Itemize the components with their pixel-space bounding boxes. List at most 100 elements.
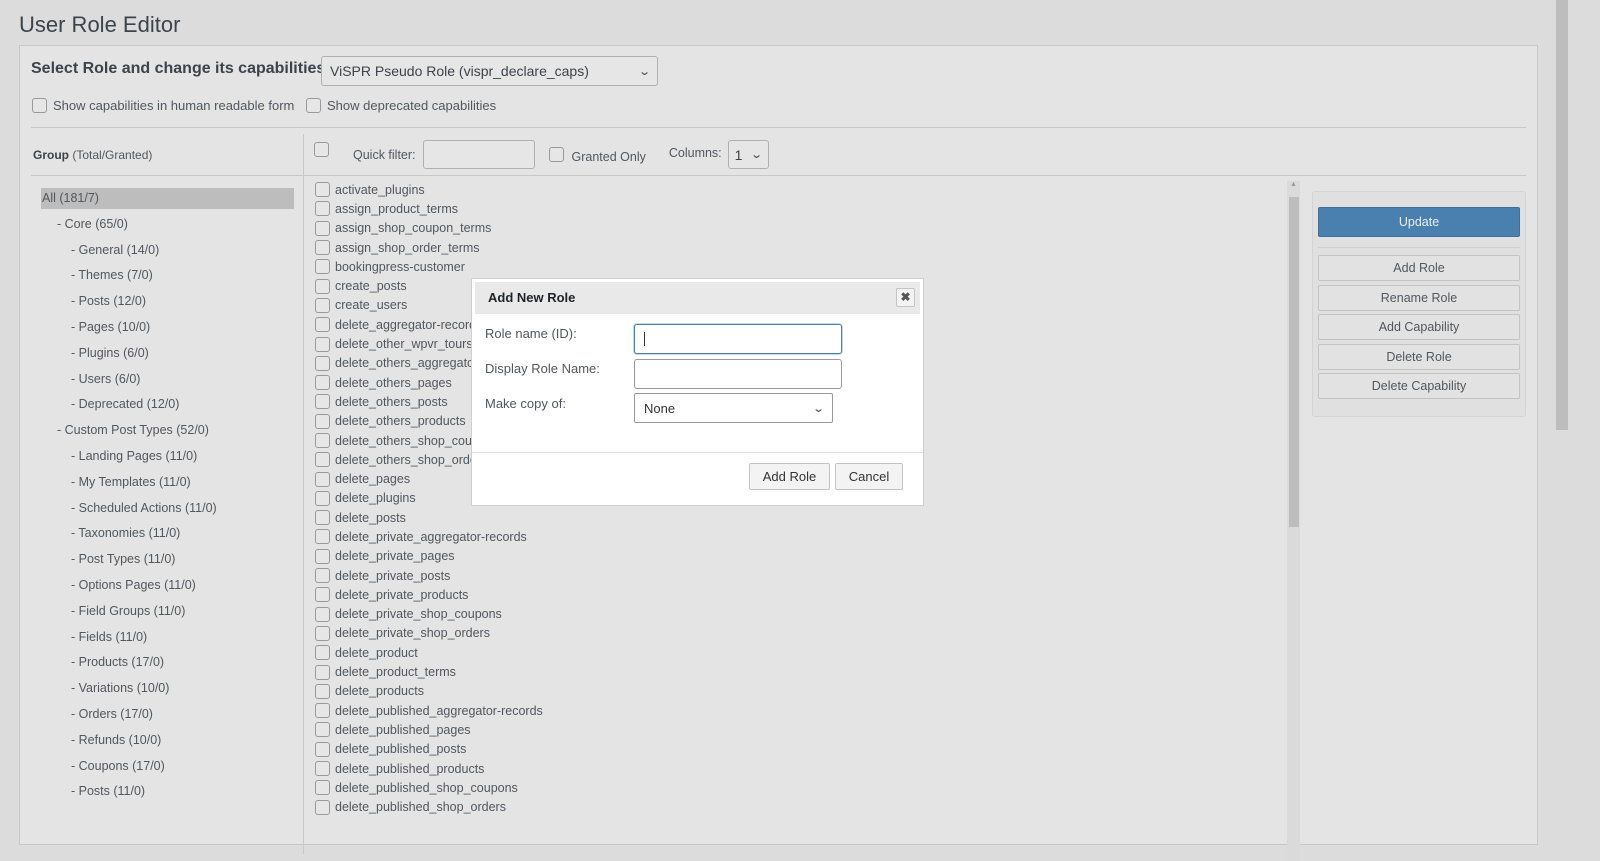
copy-of-select[interactable]: None ⌄	[634, 393, 833, 423]
capability-item[interactable]: bookingpress-customer	[315, 257, 543, 276]
capability-checkbox[interactable]	[315, 452, 330, 468]
capability-checkbox[interactable]	[315, 471, 330, 487]
capability-checkbox[interactable]	[315, 664, 330, 680]
group-item[interactable]: - Posts (11/0)	[41, 781, 294, 807]
capabilities-scrollbar[interactable]: ▲	[1287, 181, 1300, 861]
capability-checkbox[interactable]	[315, 722, 330, 738]
capability-checkbox[interactable]	[315, 278, 330, 294]
capability-checkbox[interactable]	[315, 201, 330, 217]
add-role-submit-button[interactable]: Add Role	[749, 463, 830, 490]
human-readable-option[interactable]: Show capabilities in human readable form	[32, 98, 294, 113]
capability-item[interactable]: delete_published_products	[315, 759, 543, 778]
capability-item[interactable]: delete_private_pages	[315, 547, 543, 566]
select-all-checkbox[interactable]	[314, 142, 329, 157]
capability-item[interactable]: delete_private_products	[315, 585, 543, 604]
group-item[interactable]: - Post Types (11/0)	[41, 549, 294, 575]
capability-item[interactable]: assign_shop_order_terms	[315, 238, 543, 257]
group-item[interactable]: - Coupons (17/0)	[41, 756, 294, 782]
capability-checkbox[interactable]	[315, 259, 330, 275]
capability-checkbox[interactable]	[315, 703, 330, 719]
capability-checkbox[interactable]	[315, 297, 330, 313]
scrollbar-thumb[interactable]	[1289, 197, 1299, 527]
group-item[interactable]: - Refunds (10/0)	[41, 730, 294, 756]
capability-item[interactable]: assign_shop_coupon_terms	[315, 219, 543, 238]
capability-item[interactable]: delete_private_posts	[315, 566, 543, 585]
add-capability-button[interactable]: Add Capability	[1318, 314, 1520, 340]
page-scrollbar[interactable]	[1556, 0, 1568, 430]
capability-checkbox[interactable]	[315, 587, 330, 603]
capability-checkbox[interactable]	[315, 548, 330, 564]
group-item[interactable]: - Custom Post Types (52/0)	[41, 420, 294, 446]
capability-checkbox[interactable]	[315, 394, 330, 410]
capability-item[interactable]: delete_published_posts	[315, 740, 543, 759]
columns-select[interactable]: 1 ⌄	[727, 140, 769, 169]
capability-checkbox[interactable]	[315, 780, 330, 796]
group-item[interactable]: - My Templates (11/0)	[41, 472, 294, 498]
group-item[interactable]: All (181/7)	[41, 188, 294, 209]
group-item[interactable]: - Pages (10/0)	[41, 317, 294, 343]
capability-item[interactable]: delete_published_shop_coupons	[315, 778, 543, 797]
capability-item[interactable]: delete_product	[315, 643, 543, 662]
capability-checkbox[interactable]	[315, 355, 330, 371]
capability-checkbox[interactable]	[315, 568, 330, 584]
deprecated-option[interactable]: Show deprecated capabilities	[306, 98, 496, 113]
capability-checkbox[interactable]	[315, 336, 330, 352]
capability-checkbox[interactable]	[315, 240, 330, 256]
capability-checkbox[interactable]	[315, 645, 330, 661]
group-item[interactable]: - Fields (11/0)	[41, 627, 294, 653]
human-readable-checkbox[interactable]	[32, 98, 47, 113]
delete-role-button[interactable]: Delete Role	[1318, 344, 1520, 370]
capability-checkbox[interactable]	[315, 625, 330, 641]
group-item[interactable]: - Variations (10/0)	[41, 678, 294, 704]
display-name-input[interactable]	[634, 359, 842, 389]
close-icon[interactable]: ✖	[896, 288, 915, 307]
capability-item[interactable]: delete_products	[315, 682, 543, 701]
capability-checkbox[interactable]	[315, 741, 330, 757]
capability-checkbox[interactable]	[315, 433, 330, 448]
capability-checkbox[interactable]	[315, 317, 330, 333]
capability-item[interactable]: delete_published_pages	[315, 720, 543, 739]
capability-checkbox[interactable]	[315, 220, 330, 236]
capability-item[interactable]: delete_posts	[315, 508, 543, 527]
quick-filter-input[interactable]	[422, 140, 535, 169]
capability-checkbox[interactable]	[315, 799, 330, 815]
group-item[interactable]: - Themes (7/0)	[41, 265, 294, 291]
group-item[interactable]: - Deprecated (12/0)	[41, 394, 294, 420]
capability-item[interactable]: delete_private_shop_orders	[315, 624, 543, 643]
group-item[interactable]: - Scheduled Actions (11/0)	[41, 498, 294, 524]
group-item[interactable]: - Products (17/0)	[41, 652, 294, 678]
cancel-button[interactable]: Cancel	[835, 463, 903, 490]
group-item[interactable]: - Taxonomies (11/0)	[41, 523, 294, 549]
capability-checkbox[interactable]	[315, 182, 330, 198]
capability-item[interactable]: delete_private_aggregator-records	[315, 527, 543, 546]
group-item[interactable]: - Core (65/0)	[41, 214, 294, 240]
group-item[interactable]: - General (14/0)	[41, 240, 294, 266]
delete-capability-button[interactable]: Delete Capability	[1318, 373, 1520, 399]
role-select[interactable]: ViSPR Pseudo Role (vispr_declare_caps) ⌄	[321, 56, 658, 86]
group-item[interactable]: - Plugins (6/0)	[41, 343, 294, 369]
capability-checkbox[interactable]	[315, 683, 330, 699]
update-button[interactable]: Update	[1318, 207, 1520, 237]
capability-item[interactable]: delete_product_terms	[315, 662, 543, 681]
group-item[interactable]: - Posts (12/0)	[41, 291, 294, 317]
group-item[interactable]: - Options Pages (11/0)	[41, 575, 294, 601]
group-item[interactable]: - Landing Pages (11/0)	[41, 446, 294, 472]
capability-checkbox[interactable]	[315, 606, 330, 622]
capability-checkbox[interactable]	[315, 761, 330, 777]
capability-item[interactable]: delete_published_shop_orders	[315, 798, 543, 817]
capability-checkbox[interactable]	[315, 490, 330, 506]
add-role-button[interactable]: Add Role	[1318, 255, 1520, 281]
capability-item[interactable]: activate_plugins	[315, 180, 543, 199]
role-name-input[interactable]	[634, 324, 842, 354]
group-item[interactable]: - Users (6/0)	[41, 369, 294, 395]
group-item[interactable]: - Orders (17/0)	[41, 704, 294, 730]
granted-only-checkbox[interactable]	[548, 147, 564, 162]
rename-role-button[interactable]: Rename Role	[1318, 285, 1520, 311]
capability-checkbox[interactable]	[315, 510, 330, 526]
capability-item[interactable]: delete_private_shop_coupons	[315, 605, 543, 624]
capability-item[interactable]: delete_published_aggregator-records	[315, 701, 543, 720]
capability-checkbox[interactable]	[315, 413, 330, 429]
deprecated-checkbox[interactable]	[306, 98, 321, 113]
capability-checkbox[interactable]	[315, 529, 330, 545]
capability-item[interactable]: assign_product_terms	[315, 199, 543, 218]
